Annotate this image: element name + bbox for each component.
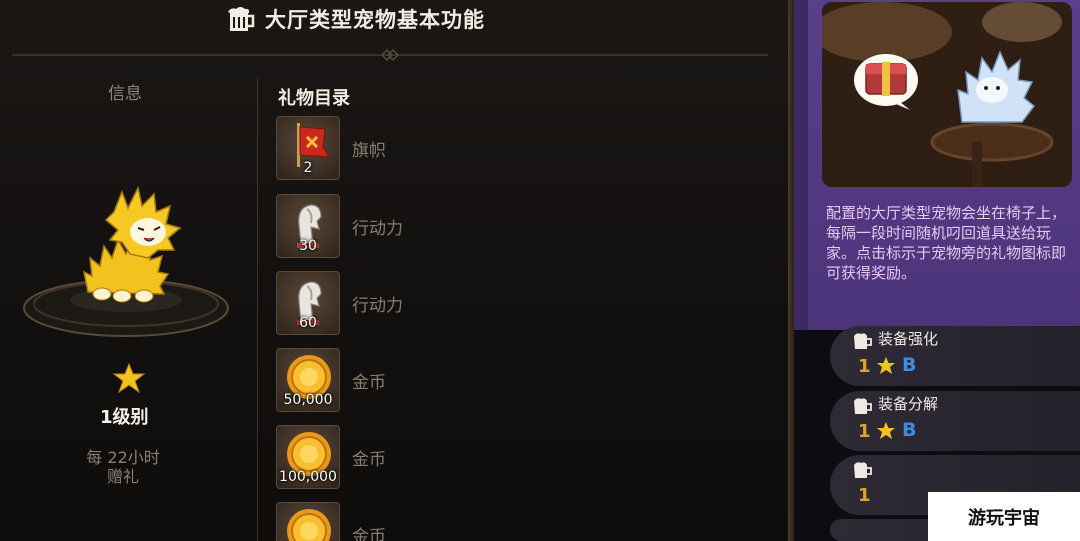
gift-name: 行动力 [352, 296, 403, 316]
divider-ornament-icon [380, 48, 400, 62]
help-description: 配置的大厅类型宠物会坐在椅子上，每隔一段时间随机叼回道具送给玩家。点击标示于宠物… [826, 204, 1067, 282]
feature-rank: B [902, 419, 917, 441]
star-icon [877, 422, 895, 439]
watermark-logo: 游玩宇宙 [928, 492, 1080, 541]
gift-name: 旗帜 [352, 141, 386, 161]
beer-mug-icon [854, 398, 872, 414]
gift-item[interactable]: 金币 [276, 502, 576, 541]
panel-header: 大厅类型宠物基本功能 [225, 2, 485, 36]
feature-card-disassemble[interactable]: 装备分解 1 B [830, 391, 1080, 451]
feature-card-enhance[interactable]: 装备强化 1 B [830, 326, 1080, 386]
page-title: 大厅类型宠物基本功能 [265, 8, 485, 32]
gift-item[interactable]: 2 旗帜 [276, 116, 576, 182]
feature-level: 1 [858, 421, 871, 442]
beer-mug-icon [854, 333, 872, 349]
gift-quantity: 30 [299, 238, 317, 254]
pet-figure [23, 185, 229, 337]
beer-mug-icon [228, 7, 255, 31]
gift-item[interactable]: 100,000 金币 [276, 425, 576, 491]
gift-item[interactable]: 50,000 金币 [276, 348, 576, 414]
feature-level: 1 [858, 485, 871, 506]
watermark-text: 游玩宇宙 [968, 507, 1040, 529]
gift-interval: 每 22小时 赠礼 [78, 448, 168, 486]
gift-quantity: 100,000 [279, 469, 337, 485]
feature-level: 1 [858, 356, 871, 377]
column-divider [257, 78, 258, 541]
gift-name: 金币 [352, 373, 386, 393]
feature-rank: B [902, 354, 917, 376]
level-star-icon [112, 362, 146, 394]
pet-level: 1级别 [100, 407, 149, 428]
pet-scene-illustration [822, 2, 1072, 187]
gift-item[interactable]: 60 行动力 [276, 271, 576, 337]
gift-name: 行动力 [352, 219, 403, 239]
gift-quantity: 60 [299, 315, 317, 331]
gold-coin-icon [276, 502, 340, 541]
help-panel-edge [794, 0, 808, 330]
feature-title: 装备分解 [878, 395, 939, 413]
gift-item[interactable]: 30 行动力 [276, 194, 576, 260]
gift-name: 金币 [352, 450, 386, 470]
feature-title: 装备强化 [878, 330, 939, 348]
gift-quantity: 2 [303, 160, 313, 176]
info-section-label: 信息 [108, 84, 142, 104]
gift-quantity: 50,000 [283, 392, 333, 408]
beer-mug-icon [854, 462, 872, 478]
gift-interval-label: 赠礼 [106, 467, 139, 486]
gift-interval-time: 每 22小时 [86, 448, 160, 467]
gift-name: 金币 [352, 527, 386, 541]
star-icon [877, 357, 895, 374]
gift-catalog-title: 礼物目录 [278, 88, 350, 109]
